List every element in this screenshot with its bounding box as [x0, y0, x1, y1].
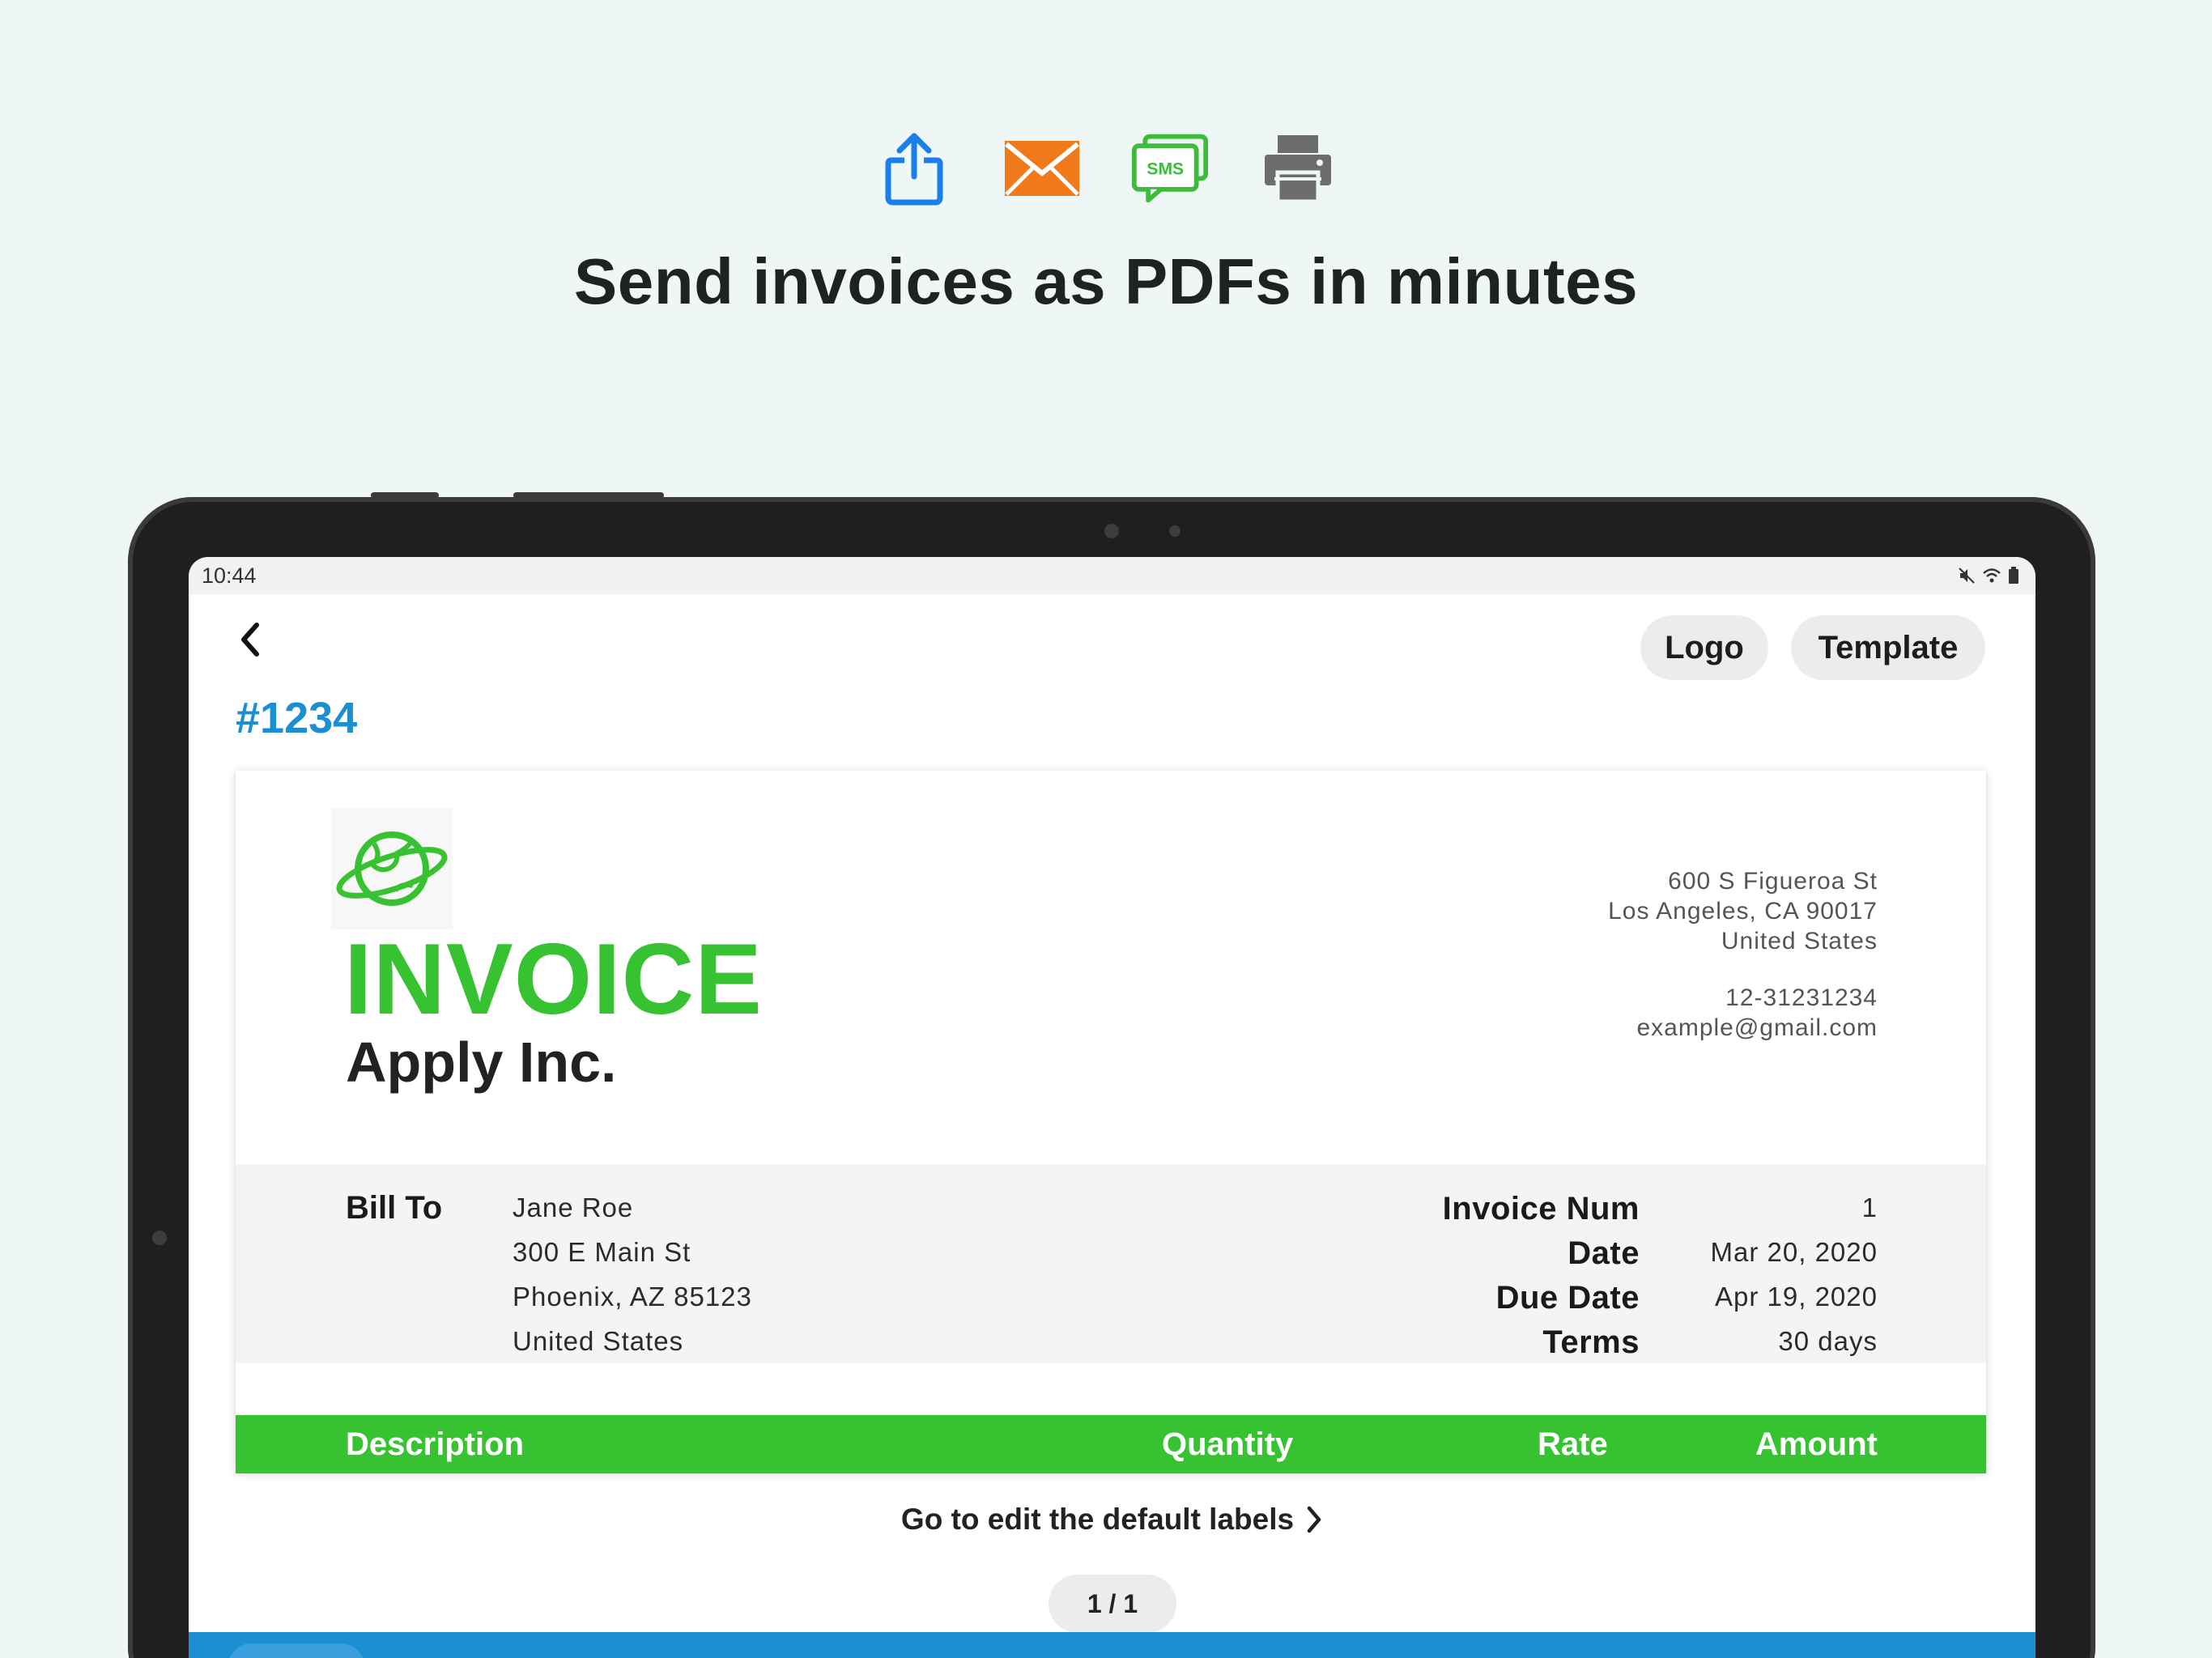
system-icons — [1958, 567, 2019, 585]
meta-value: Apr 19, 2020 — [1715, 1282, 1878, 1312]
template-button[interactable]: Template — [1791, 615, 1985, 680]
meta-label: Invoice Num — [1442, 1191, 1640, 1226]
meta-value: 1 — [1861, 1192, 1878, 1222]
logo-button[interactable]: Logo — [1640, 615, 1768, 680]
meta-value: 30 days — [1778, 1326, 1878, 1356]
battery-icon — [2009, 567, 2018, 584]
sms-icon: SMS — [1131, 130, 1209, 207]
bottom-action-bar — [189, 1632, 2035, 1658]
invoice-title: INVOICE — [344, 924, 763, 1035]
address-line: Los Angeles, CA 90017 — [1608, 898, 1878, 925]
column-amount: Amount — [1755, 1426, 1878, 1462]
invoice-meta-labels: Invoice Num Date Due Date Terms — [1443, 1187, 1640, 1365]
address-line: 600 S Figueroa St — [1668, 868, 1878, 895]
invoice-preview[interactable]: INVOICE Apply Inc. 600 S Figueroa St Los… — [236, 771, 1986, 1473]
edit-labels-text: Go to edit the default labels — [900, 1503, 1295, 1536]
invoice-number: #1234 — [236, 694, 358, 742]
mute-icon — [1959, 568, 1975, 584]
promo-headline: Send invoices as PDFs in minutes — [573, 245, 1639, 317]
status-bar: 10:44 — [189, 557, 2035, 594]
share-icon — [875, 130, 953, 207]
meta-value: Mar 20, 2020 — [1710, 1237, 1878, 1267]
back-button[interactable] — [229, 615, 270, 664]
bill-to-section: Bill To Jane Roe 300 E Main St Phoenix, … — [236, 1164, 1986, 1363]
planet-icon — [336, 831, 448, 906]
email-icon — [1003, 130, 1081, 207]
edit-labels-link[interactable]: Go to edit the default labels — [189, 1503, 2035, 1537]
phone-number: 12-31231234 — [1725, 984, 1878, 1011]
sensor — [1169, 525, 1180, 537]
svg-text:SMS: SMS — [1146, 160, 1184, 179]
side-camera — [152, 1231, 167, 1245]
bill-to-address: Jane Roe 300 E Main St Phoenix, AZ 85123… — [513, 1185, 752, 1363]
company-logo — [331, 808, 453, 929]
meta-label: Due Date — [1495, 1280, 1640, 1316]
share-options: SMS — [0, 130, 2212, 210]
status-time: 10:44 — [202, 563, 257, 588]
client-name: Jane Roe — [513, 1192, 634, 1222]
column-quantity: Quantity — [1162, 1426, 1294, 1462]
from-contact: 12-31231234 example@gmail.com — [1636, 983, 1878, 1043]
email-address: example@gmail.com — [1636, 1014, 1878, 1041]
client-address-line: 300 E Main St — [513, 1237, 691, 1267]
chevron-right-icon — [1307, 1506, 1321, 1533]
from-address: 600 S Figueroa St Los Angeles, CA 90017 … — [1608, 866, 1878, 956]
column-rate: Rate — [1538, 1426, 1608, 1462]
camera — [1104, 524, 1119, 538]
items-table-header: Description Quantity Rate Amount — [236, 1415, 1986, 1473]
printer-icon — [1259, 130, 1337, 207]
page-indicator: 1 / 1 — [1049, 1575, 1176, 1633]
meta-label: Terms — [1542, 1324, 1640, 1360]
chevron-left-icon — [241, 623, 259, 657]
client-address-line: United States — [513, 1326, 684, 1356]
address-line: United States — [1721, 928, 1878, 954]
app-screen: 10:44 Logo Template #1234 INVOICE Apply … — [189, 557, 2035, 1658]
bill-to-label: Bill To — [346, 1190, 443, 1226]
bottom-action-button[interactable] — [228, 1643, 365, 1658]
client-address-line: Phoenix, AZ 85123 — [513, 1282, 752, 1312]
wifi-icon — [1983, 568, 2001, 583]
company-name: Apply Inc. — [346, 1031, 617, 1094]
meta-label: Date — [1568, 1235, 1640, 1271]
column-description: Description — [346, 1426, 525, 1462]
invoice-meta-values: 1 Mar 20, 2020 Apr 19, 2020 30 days — [1711, 1185, 1878, 1363]
app-bar: Logo Template — [189, 594, 2035, 683]
